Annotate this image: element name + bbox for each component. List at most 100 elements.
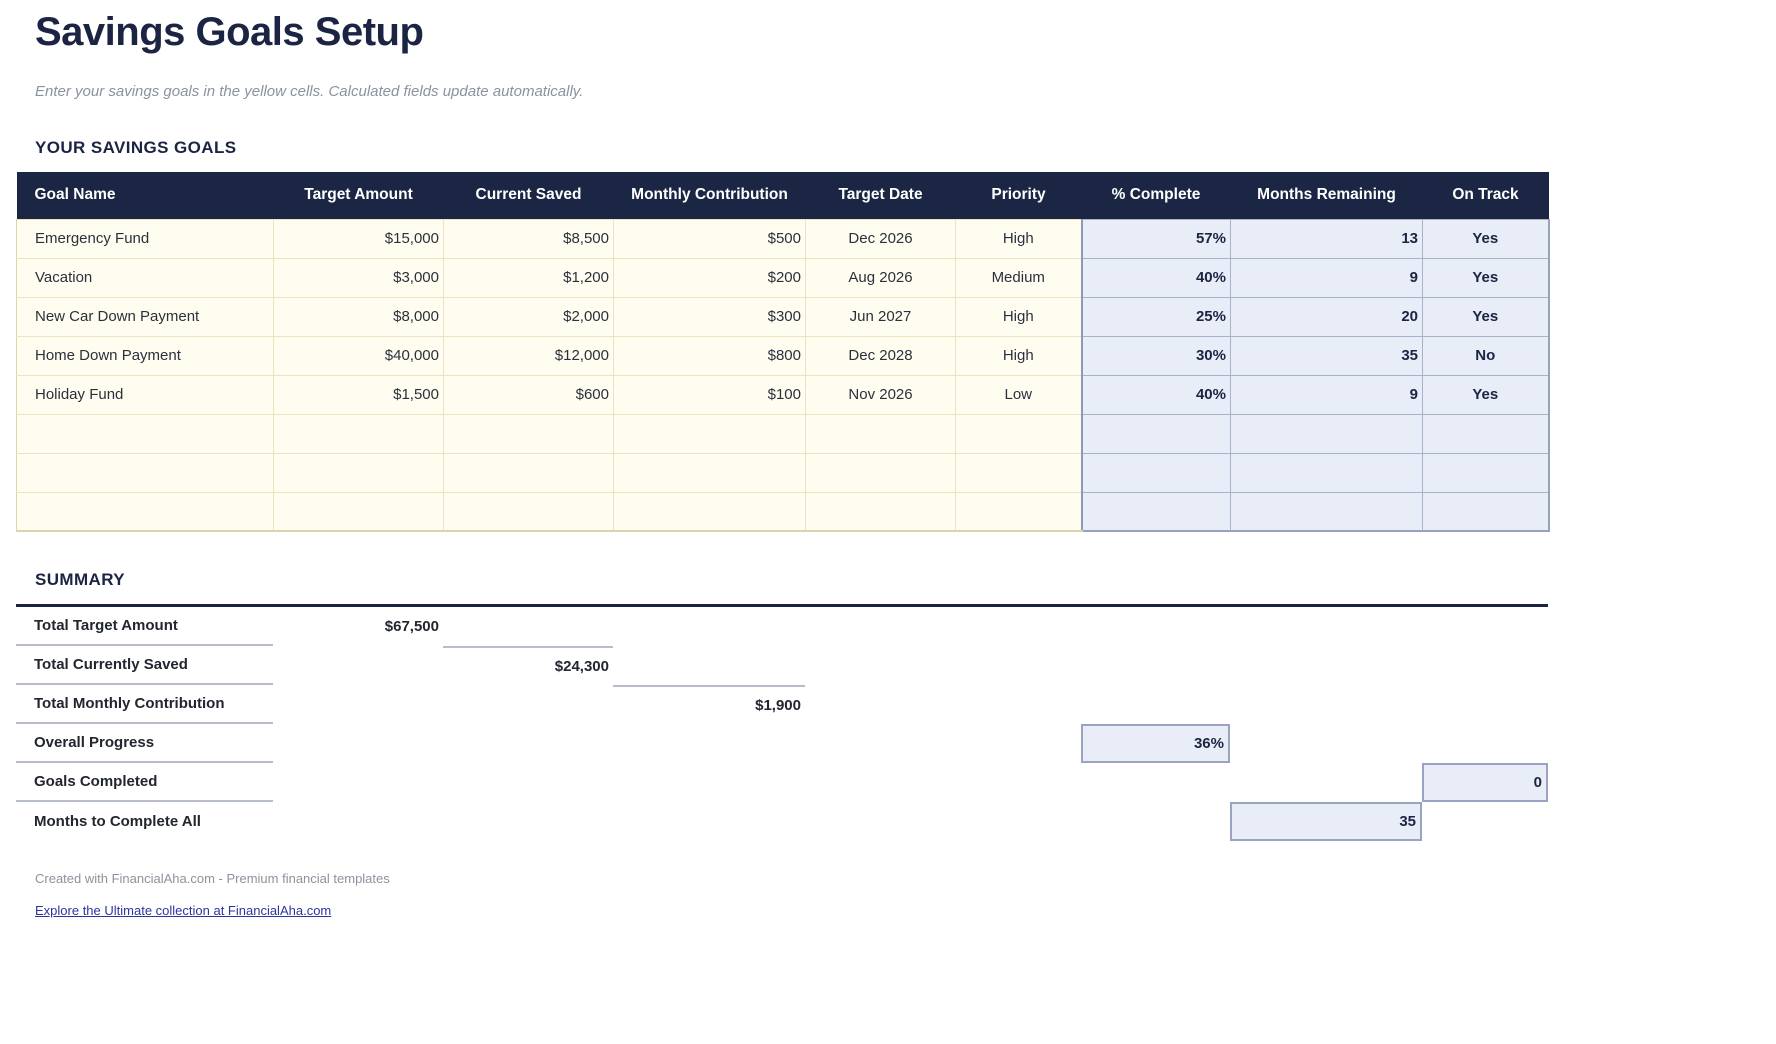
cell-months-remaining: 9: [1231, 258, 1423, 297]
summary-value-months-to-complete: 35: [1230, 802, 1422, 841]
goal-row-empty: [17, 492, 1549, 531]
cell-months-remaining-empty: [1231, 414, 1423, 453]
summary-value-total-target: $67,500: [273, 607, 443, 646]
summary-value-goals-completed: 0: [1422, 763, 1548, 802]
savings-goals-table: Goal Name Target Amount Current Saved Mo…: [16, 172, 1550, 532]
cell-target-amount[interactable]: $8,000: [274, 297, 444, 336]
header-months-remaining: Months Remaining: [1231, 172, 1423, 219]
cell-monthly-contribution[interactable]: $100: [614, 375, 806, 414]
goal-row-empty: [17, 414, 1549, 453]
cell-current-saved[interactable]: $8,500: [444, 219, 614, 258]
header-target-date: Target Date: [806, 172, 956, 219]
goal-row: Emergency Fund $15,000 $8,500 $500 Dec 2…: [17, 219, 1549, 258]
header-on-track: On Track: [1423, 172, 1549, 219]
cell-priority[interactable]: High: [956, 219, 1082, 258]
footer-credit-text: Created with FinancialAha.com - Premium …: [35, 871, 1776, 886]
cell-months-remaining-empty: [1231, 453, 1423, 492]
cell-on-track: Yes: [1423, 258, 1549, 297]
cell-percent-complete: 30%: [1082, 336, 1231, 375]
page-subtitle: Enter your savings goals in the yellow c…: [35, 83, 1776, 100]
cell-goal-name[interactable]: Holiday Fund: [17, 375, 274, 414]
cell-monthly-contribution[interactable]: $200: [614, 258, 806, 297]
cell-on-track: Yes: [1423, 219, 1549, 258]
cell-percent-complete: 25%: [1082, 297, 1231, 336]
cell-goal-name[interactable]: Vacation: [17, 258, 274, 297]
cell-current-saved-empty[interactable]: [444, 414, 614, 453]
cell-current-saved[interactable]: $1,200: [444, 258, 614, 297]
cell-target-amount[interactable]: $15,000: [274, 219, 444, 258]
summary-label-goals-completed: Goals Completed: [16, 763, 273, 802]
cell-priority[interactable]: High: [956, 297, 1082, 336]
cell-months-remaining: 13: [1231, 219, 1423, 258]
goal-row: Home Down Payment $40,000 $12,000 $800 D…: [17, 336, 1549, 375]
cell-current-saved-empty[interactable]: [444, 453, 614, 492]
cell-current-saved[interactable]: $2,000: [444, 297, 614, 336]
summary-label-total-target: Total Target Amount: [16, 607, 273, 646]
cell-on-track: Yes: [1423, 375, 1549, 414]
cell-percent-complete-empty: [1082, 492, 1231, 531]
header-target-amount: Target Amount: [274, 172, 444, 219]
cell-current-saved[interactable]: $12,000: [444, 336, 614, 375]
cell-goal-name[interactable]: Emergency Fund: [17, 219, 274, 258]
cell-monthly-contribution[interactable]: $300: [614, 297, 806, 336]
cell-priority-empty[interactable]: [956, 492, 1082, 531]
cell-priority-empty[interactable]: [956, 414, 1082, 453]
goal-row: Vacation $3,000 $1,200 $200 Aug 2026 Med…: [17, 258, 1549, 297]
cell-current-saved[interactable]: $600: [444, 375, 614, 414]
cell-target-date[interactable]: Dec 2026: [806, 219, 956, 258]
summary-value-total-saved: $24,300: [443, 646, 613, 685]
cell-monthly-contribution-empty[interactable]: [614, 492, 806, 531]
summary-value-overall-progress: 36%: [1081, 724, 1230, 763]
summary-label-total-monthly: Total Monthly Contribution: [16, 685, 273, 724]
cell-target-amount-empty[interactable]: [274, 492, 444, 531]
summary-value-total-monthly: $1,900: [613, 685, 805, 724]
cell-priority-empty[interactable]: [956, 453, 1082, 492]
cell-target-date-empty[interactable]: [806, 414, 956, 453]
cell-goal-name-empty[interactable]: [17, 414, 274, 453]
footer-explore-link[interactable]: Explore the Ultimate collection at Finan…: [35, 903, 331, 918]
cell-monthly-contribution-empty[interactable]: [614, 453, 806, 492]
cell-target-date[interactable]: Aug 2026: [806, 258, 956, 297]
cell-priority[interactable]: High: [956, 336, 1082, 375]
summary-label-overall-progress: Overall Progress: [16, 724, 273, 763]
cell-target-amount-empty[interactable]: [274, 453, 444, 492]
cell-months-remaining-empty: [1231, 492, 1423, 531]
cell-target-date[interactable]: Jun 2027: [806, 297, 956, 336]
cell-target-date-empty[interactable]: [806, 453, 956, 492]
cell-percent-complete: 57%: [1082, 219, 1231, 258]
cell-target-date[interactable]: Dec 2028: [806, 336, 956, 375]
cell-goal-name-empty[interactable]: [17, 453, 274, 492]
savings-goals-page: Savings Goals Setup Enter your savings g…: [0, 10, 1776, 1044]
cell-percent-complete-empty: [1082, 414, 1231, 453]
summary-label-months-to-complete: Months to Complete All: [16, 802, 273, 841]
cell-priority[interactable]: Low: [956, 375, 1082, 414]
cell-months-remaining: 9: [1231, 375, 1423, 414]
table-header-row: Goal Name Target Amount Current Saved Mo…: [17, 172, 1549, 219]
summary-table: Total Target Amount $67,500 Total Curren…: [16, 604, 1548, 841]
cell-target-amount[interactable]: $1,500: [274, 375, 444, 414]
cell-on-track-empty: [1423, 414, 1549, 453]
cell-target-date[interactable]: Nov 2026: [806, 375, 956, 414]
cell-months-remaining: 20: [1231, 297, 1423, 336]
cell-target-amount[interactable]: $40,000: [274, 336, 444, 375]
cell-monthly-contribution[interactable]: $800: [614, 336, 806, 375]
cell-goal-name-empty[interactable]: [17, 492, 274, 531]
goal-row-empty: [17, 453, 1549, 492]
summary-label-total-saved: Total Currently Saved: [16, 646, 273, 685]
cell-current-saved-empty[interactable]: [444, 492, 614, 531]
cell-monthly-contribution[interactable]: $500: [614, 219, 806, 258]
cell-percent-complete: 40%: [1082, 258, 1231, 297]
cell-target-date-empty[interactable]: [806, 492, 956, 531]
cell-goal-name[interactable]: Home Down Payment: [17, 336, 274, 375]
cell-on-track: No: [1423, 336, 1549, 375]
header-goal-name: Goal Name: [17, 172, 274, 219]
goal-row: Holiday Fund $1,500 $600 $100 Nov 2026 L…: [17, 375, 1549, 414]
cell-target-amount-empty[interactable]: [274, 414, 444, 453]
cell-percent-complete: 40%: [1082, 375, 1231, 414]
cell-target-amount[interactable]: $3,000: [274, 258, 444, 297]
header-monthly-contribution: Monthly Contribution: [614, 172, 806, 219]
cell-goal-name[interactable]: New Car Down Payment: [17, 297, 274, 336]
cell-priority[interactable]: Medium: [956, 258, 1082, 297]
header-percent-complete: % Complete: [1082, 172, 1231, 219]
cell-monthly-contribution-empty[interactable]: [614, 414, 806, 453]
